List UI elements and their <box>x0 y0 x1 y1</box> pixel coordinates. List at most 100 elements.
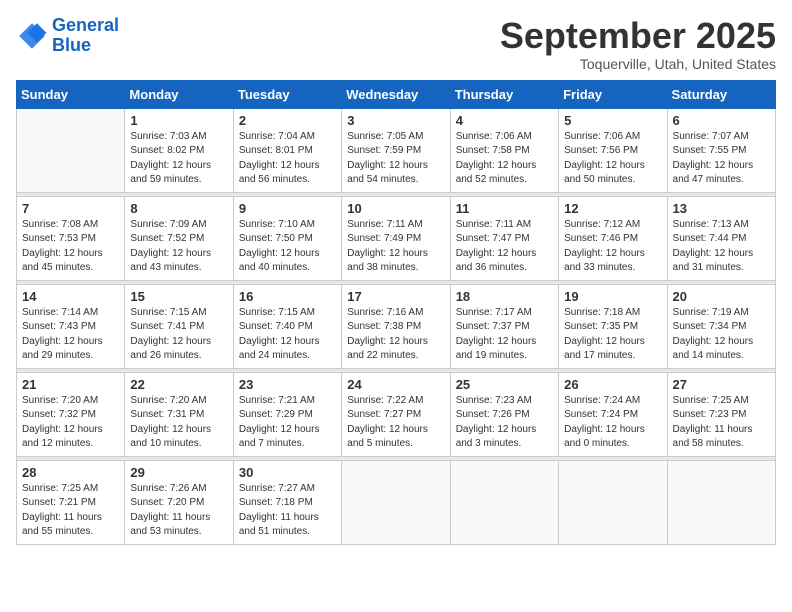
header-day-tuesday: Tuesday <box>233 80 341 108</box>
day-number: 29 <box>130 465 227 480</box>
day-info: Sunrise: 7:15 AM Sunset: 7:40 PM Dayligh… <box>239 306 336 364</box>
calendar-cell: 20 Sunrise: 7:19 AM Sunset: 7:34 PM Dayli… <box>667 284 775 368</box>
calendar-cell: 7 Sunrise: 7:08 AM Sunset: 7:53 PM Daylig… <box>17 196 125 280</box>
day-info: Sunrise: 7:25 AM Sunset: 7:21 PM Dayligh… <box>22 482 119 540</box>
day-info: Sunrise: 7:04 AM Sunset: 8:01 PM Dayligh… <box>239 130 336 188</box>
day-info: Sunrise: 7:12 AM Sunset: 7:46 PM Dayligh… <box>564 218 661 276</box>
day-info: Sunrise: 7:03 AM Sunset: 8:02 PM Dayligh… <box>130 130 227 188</box>
calendar-cell: 28 Sunrise: 7:25 AM Sunset: 7:21 PM Dayli… <box>17 460 125 544</box>
calendar-cell: 19 Sunrise: 7:18 AM Sunset: 7:35 PM Dayli… <box>559 284 667 368</box>
calendar-week-5: 28 Sunrise: 7:25 AM Sunset: 7:21 PM Dayli… <box>17 460 776 544</box>
header-day-friday: Friday <box>559 80 667 108</box>
day-info: Sunrise: 7:14 AM Sunset: 7:43 PM Dayligh… <box>22 306 119 364</box>
calendar-cell <box>667 460 775 544</box>
header-day-saturday: Saturday <box>667 80 775 108</box>
page-header: General Blue September 2025 Toquerville,… <box>16 16 776 72</box>
day-info: Sunrise: 7:22 AM Sunset: 7:27 PM Dayligh… <box>347 394 444 452</box>
day-number: 13 <box>673 201 770 216</box>
header-day-sunday: Sunday <box>17 80 125 108</box>
calendar-cell: 21 Sunrise: 7:20 AM Sunset: 7:32 PM Dayli… <box>17 372 125 456</box>
calendar-cell: 11 Sunrise: 7:11 AM Sunset: 7:47 PM Dayli… <box>450 196 558 280</box>
day-number: 10 <box>347 201 444 216</box>
day-number: 24 <box>347 377 444 392</box>
calendar-cell: 8Sunrise: 7:09 AM Sunset: 7:52 PM Daylig… <box>125 196 233 280</box>
calendar-cell: 14 Sunrise: 7:14 AM Sunset: 7:43 PM Dayli… <box>17 284 125 368</box>
calendar-cell: 3 Sunrise: 7:05 AM Sunset: 7:59 PM Daylig… <box>342 108 450 192</box>
day-info: Sunrise: 7:11 AM Sunset: 7:47 PM Dayligh… <box>456 218 553 276</box>
day-number: 28 <box>22 465 119 480</box>
calendar-cell: 24 Sunrise: 7:22 AM Sunset: 7:27 PM Dayli… <box>342 372 450 456</box>
day-info: Sunrise: 7:25 AM Sunset: 7:23 PM Dayligh… <box>673 394 770 452</box>
calendar-week-2: 7 Sunrise: 7:08 AM Sunset: 7:53 PM Daylig… <box>17 196 776 280</box>
calendar-cell <box>450 460 558 544</box>
calendar-cell: 26 Sunrise: 7:24 AM Sunset: 7:24 PM Dayli… <box>559 372 667 456</box>
day-number: 9 <box>239 201 336 216</box>
day-info: Sunrise: 7:11 AM Sunset: 7:49 PM Dayligh… <box>347 218 444 276</box>
day-number: 11 <box>456 201 553 216</box>
day-info: Sunrise: 7:18 AM Sunset: 7:35 PM Dayligh… <box>564 306 661 364</box>
day-number: 7 <box>22 201 119 216</box>
calendar-cell: 2 Sunrise: 7:04 AM Sunset: 8:01 PM Daylig… <box>233 108 341 192</box>
calendar-cell: 18Sunrise: 7:17 AM Sunset: 7:37 PM Dayli… <box>450 284 558 368</box>
day-number: 14 <box>22 289 119 304</box>
day-info: Sunrise: 7:08 AM Sunset: 7:53 PM Dayligh… <box>22 218 119 276</box>
day-info: Sunrise: 7:27 AM Sunset: 7:18 PM Dayligh… <box>239 482 336 540</box>
day-number: 18 <box>456 289 553 304</box>
day-info: Sunrise: 7:13 AM Sunset: 7:44 PM Dayligh… <box>673 218 770 276</box>
calendar-cell: 15Sunrise: 7:15 AM Sunset: 7:41 PM Dayli… <box>125 284 233 368</box>
day-number: 6 <box>673 113 770 128</box>
calendar-cell: 27Sunrise: 7:25 AM Sunset: 7:23 PM Dayli… <box>667 372 775 456</box>
header-day-thursday: Thursday <box>450 80 558 108</box>
calendar-body: 1Sunrise: 7:03 AM Sunset: 8:02 PM Daylig… <box>17 108 776 544</box>
day-number: 30 <box>239 465 336 480</box>
header-day-wednesday: Wednesday <box>342 80 450 108</box>
calendar-cell <box>559 460 667 544</box>
day-number: 26 <box>564 377 661 392</box>
day-number: 2 <box>239 113 336 128</box>
calendar-cell: 30 Sunrise: 7:27 AM Sunset: 7:18 PM Dayli… <box>233 460 341 544</box>
day-info: Sunrise: 7:24 AM Sunset: 7:24 PM Dayligh… <box>564 394 661 452</box>
day-number: 15 <box>130 289 227 304</box>
day-info: Sunrise: 7:23 AM Sunset: 7:26 PM Dayligh… <box>456 394 553 452</box>
day-number: 25 <box>456 377 553 392</box>
day-number: 12 <box>564 201 661 216</box>
day-number: 8 <box>130 201 227 216</box>
day-number: 23 <box>239 377 336 392</box>
day-info: Sunrise: 7:10 AM Sunset: 7:50 PM Dayligh… <box>239 218 336 276</box>
calendar-cell: 9 Sunrise: 7:10 AM Sunset: 7:50 PM Daylig… <box>233 196 341 280</box>
day-number: 22 <box>130 377 227 392</box>
calendar-header-row: SundayMondayTuesdayWednesdayThursdayFrid… <box>17 80 776 108</box>
calendar-cell: 29 Sunrise: 7:26 AM Sunset: 7:20 PM Dayli… <box>125 460 233 544</box>
day-number: 19 <box>564 289 661 304</box>
calendar-cell <box>342 460 450 544</box>
day-number: 21 <box>22 377 119 392</box>
day-info: Sunrise: 7:05 AM Sunset: 7:59 PM Dayligh… <box>347 130 444 188</box>
day-info: Sunrise: 7:06 AM Sunset: 7:56 PM Dayligh… <box>564 130 661 188</box>
calendar-cell: 6Sunrise: 7:07 AM Sunset: 7:55 PM Daylig… <box>667 108 775 192</box>
day-info: Sunrise: 7:20 AM Sunset: 7:32 PM Dayligh… <box>22 394 119 452</box>
day-number: 20 <box>673 289 770 304</box>
calendar-cell: 12 Sunrise: 7:12 AM Sunset: 7:46 PM Dayli… <box>559 196 667 280</box>
header-day-monday: Monday <box>125 80 233 108</box>
calendar-cell: 16Sunrise: 7:15 AM Sunset: 7:40 PM Dayli… <box>233 284 341 368</box>
day-number: 17 <box>347 289 444 304</box>
title-block: September 2025 Toquerville, Utah, United… <box>500 16 776 72</box>
calendar-cell: 1Sunrise: 7:03 AM Sunset: 8:02 PM Daylig… <box>125 108 233 192</box>
day-info: Sunrise: 7:06 AM Sunset: 7:58 PM Dayligh… <box>456 130 553 188</box>
calendar-cell: 5 Sunrise: 7:06 AM Sunset: 7:56 PM Daylig… <box>559 108 667 192</box>
day-number: 3 <box>347 113 444 128</box>
calendar-cell: 25 Sunrise: 7:23 AM Sunset: 7:26 PM Dayli… <box>450 372 558 456</box>
day-info: Sunrise: 7:19 AM Sunset: 7:34 PM Dayligh… <box>673 306 770 364</box>
logo-text: General Blue <box>52 16 119 56</box>
calendar-week-4: 21 Sunrise: 7:20 AM Sunset: 7:32 PM Dayli… <box>17 372 776 456</box>
calendar-cell: 10 Sunrise: 7:11 AM Sunset: 7:49 PM Dayli… <box>342 196 450 280</box>
day-number: 4 <box>456 113 553 128</box>
location: Toquerville, Utah, United States <box>500 56 776 72</box>
logo-icon <box>16 20 48 52</box>
month-title: September 2025 <box>500 16 776 56</box>
day-info: Sunrise: 7:26 AM Sunset: 7:20 PM Dayligh… <box>130 482 227 540</box>
calendar-cell: 17Sunrise: 7:16 AM Sunset: 7:38 PM Dayli… <box>342 284 450 368</box>
day-number: 5 <box>564 113 661 128</box>
logo: General Blue <box>16 16 119 56</box>
calendar-cell <box>17 108 125 192</box>
